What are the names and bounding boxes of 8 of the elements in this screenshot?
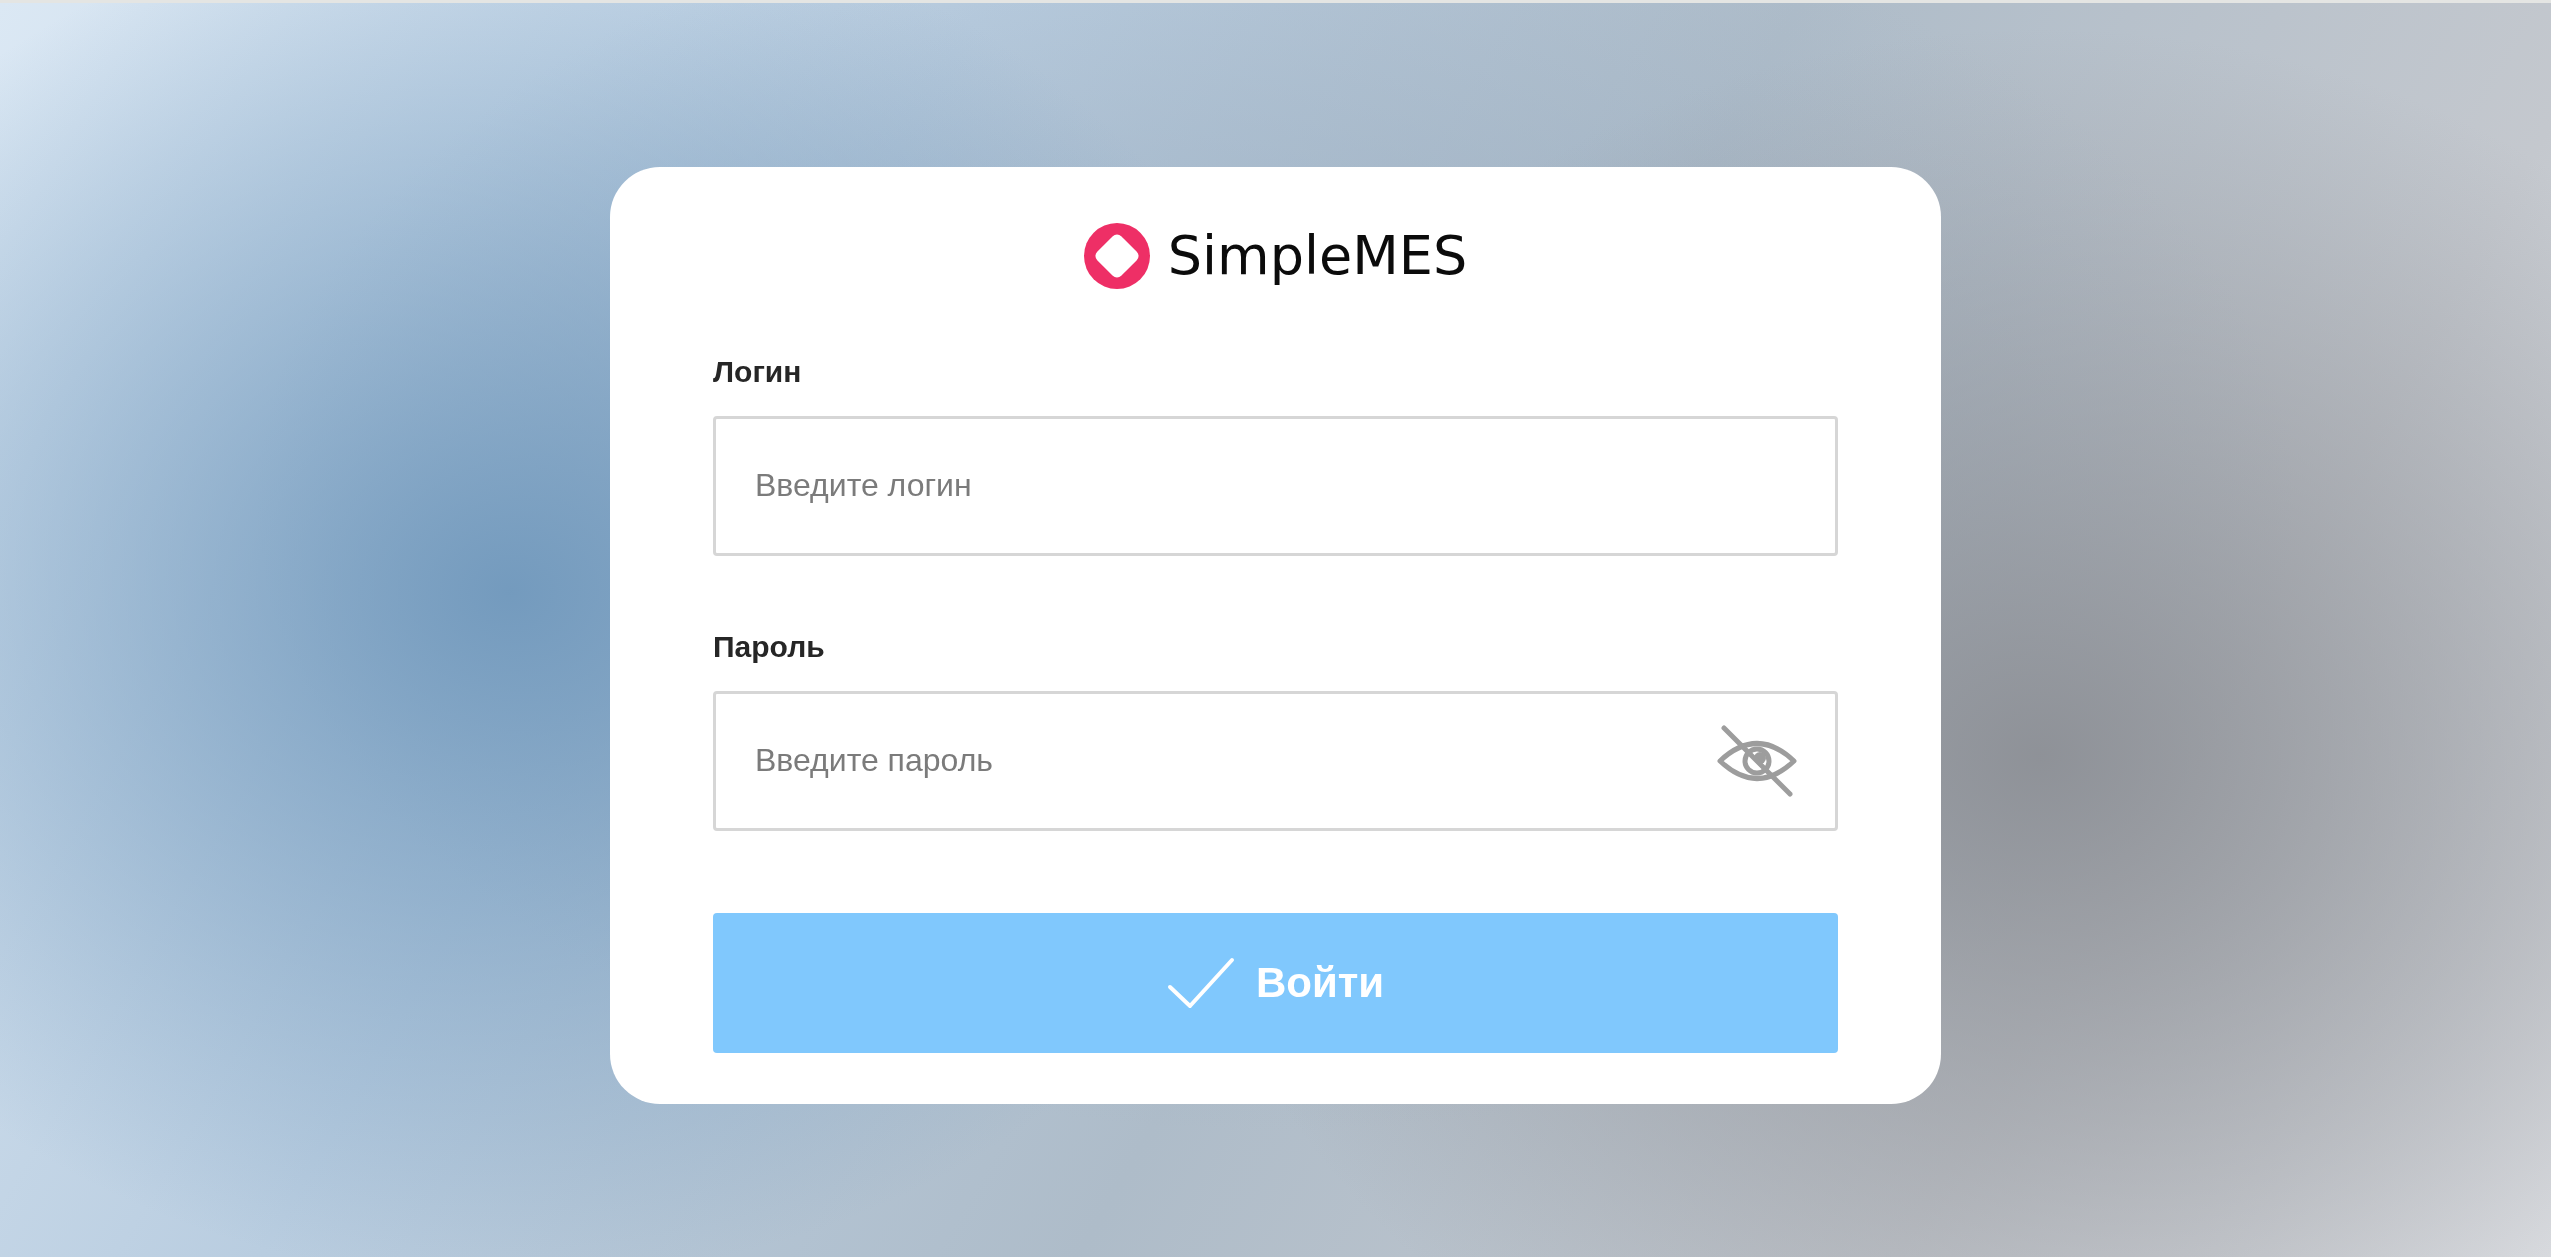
login-field[interactable]: Введите логин [713,415,1838,556]
checkmark-icon [1166,956,1235,1009]
field-label: Пароль [713,631,825,662]
brand-name: SimpleMES [1167,222,1468,289]
diamond-logo-icon [1083,222,1150,289]
password-field[interactable]: Введите пароль [713,690,1838,831]
field-label: Логин [713,356,802,387]
eye-slash-icon[interactable] [1716,723,1798,798]
